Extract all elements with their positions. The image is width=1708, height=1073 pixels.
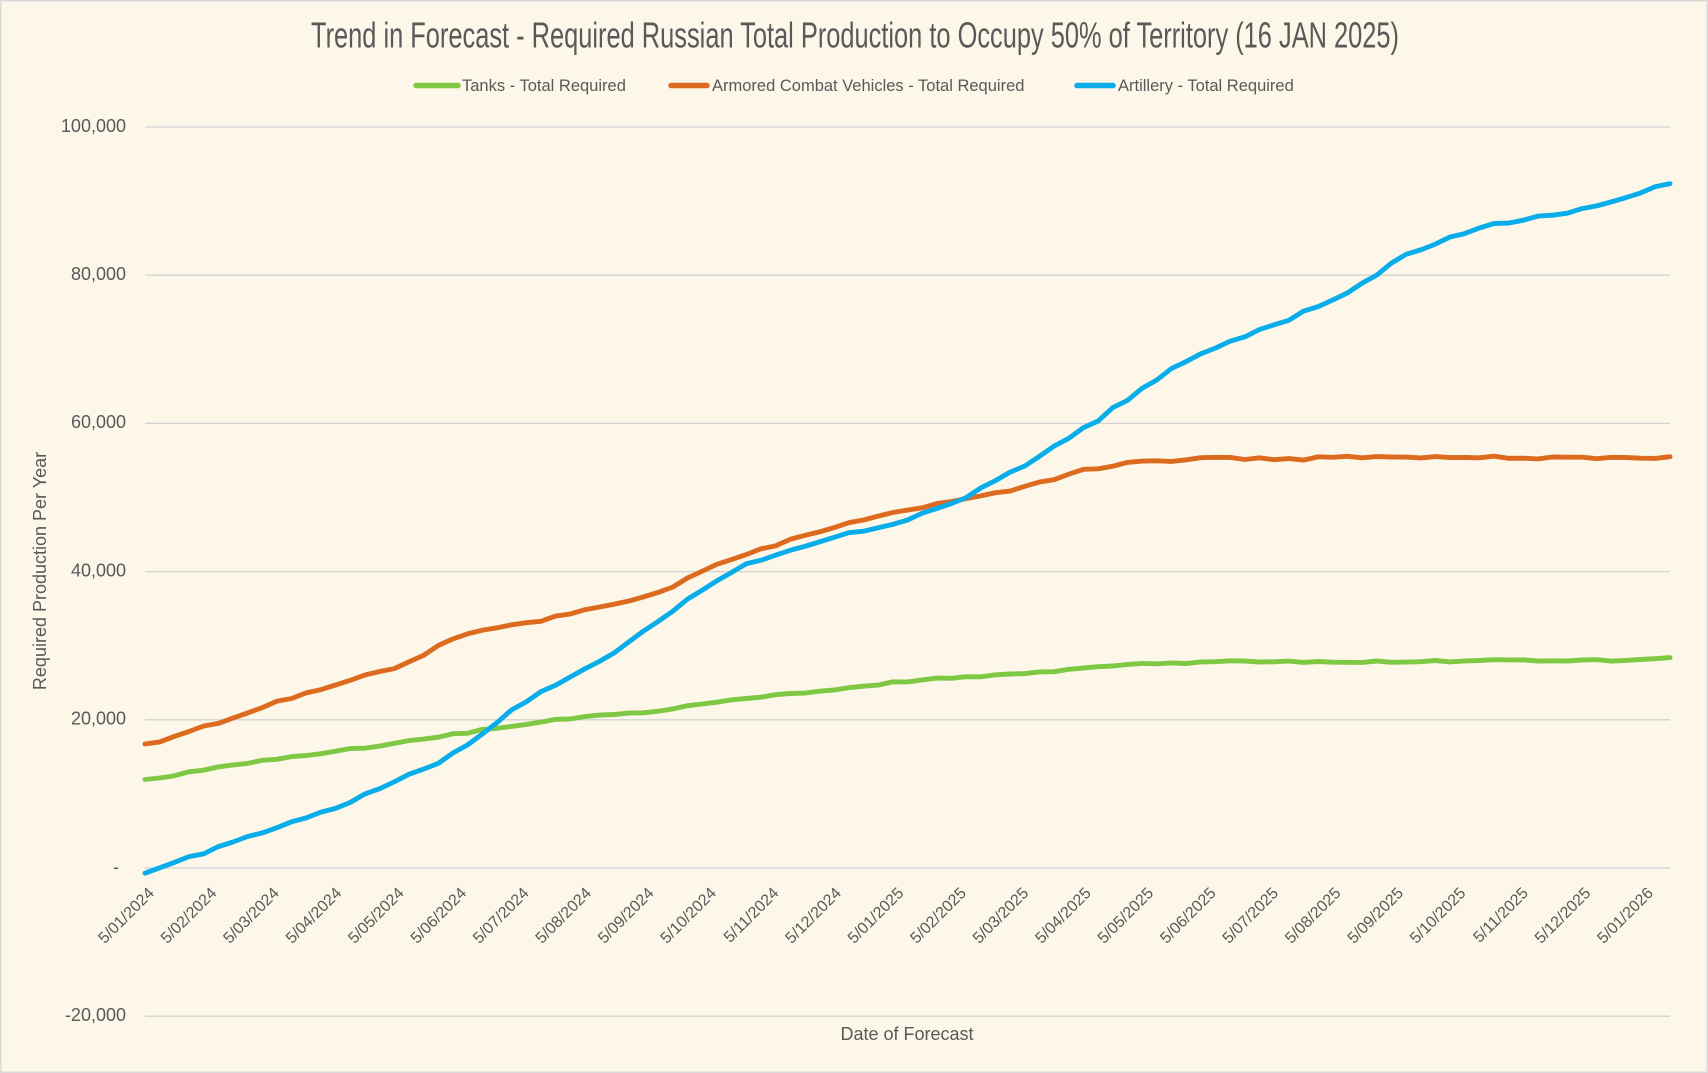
svg-text:-: - [113,857,119,877]
svg-text:80,000: 80,000 [71,264,126,284]
svg-text:-20,000: -20,000 [65,1005,126,1025]
svg-text:40,000: 40,000 [71,560,126,580]
svg-text:100,000: 100,000 [61,116,126,136]
svg-text:Trend in Forecast - Required R: Trend in Forecast - Required Russian Tot… [311,15,1399,56]
svg-text:20,000: 20,000 [71,709,126,729]
svg-text:Armored Combat Vehicles - Tota: Armored Combat Vehicles - Total Required [712,77,1024,95]
svg-text:60,000: 60,000 [71,412,126,432]
svg-text:Tanks - Total Required: Tanks - Total Required [462,77,626,95]
svg-text:Artillery - Total Required: Artillery - Total Required [1118,77,1294,95]
svg-text:Date of Forecast: Date of Forecast [840,1024,973,1044]
svg-text:Required Production Per Year: Required Production Per Year [30,452,50,690]
